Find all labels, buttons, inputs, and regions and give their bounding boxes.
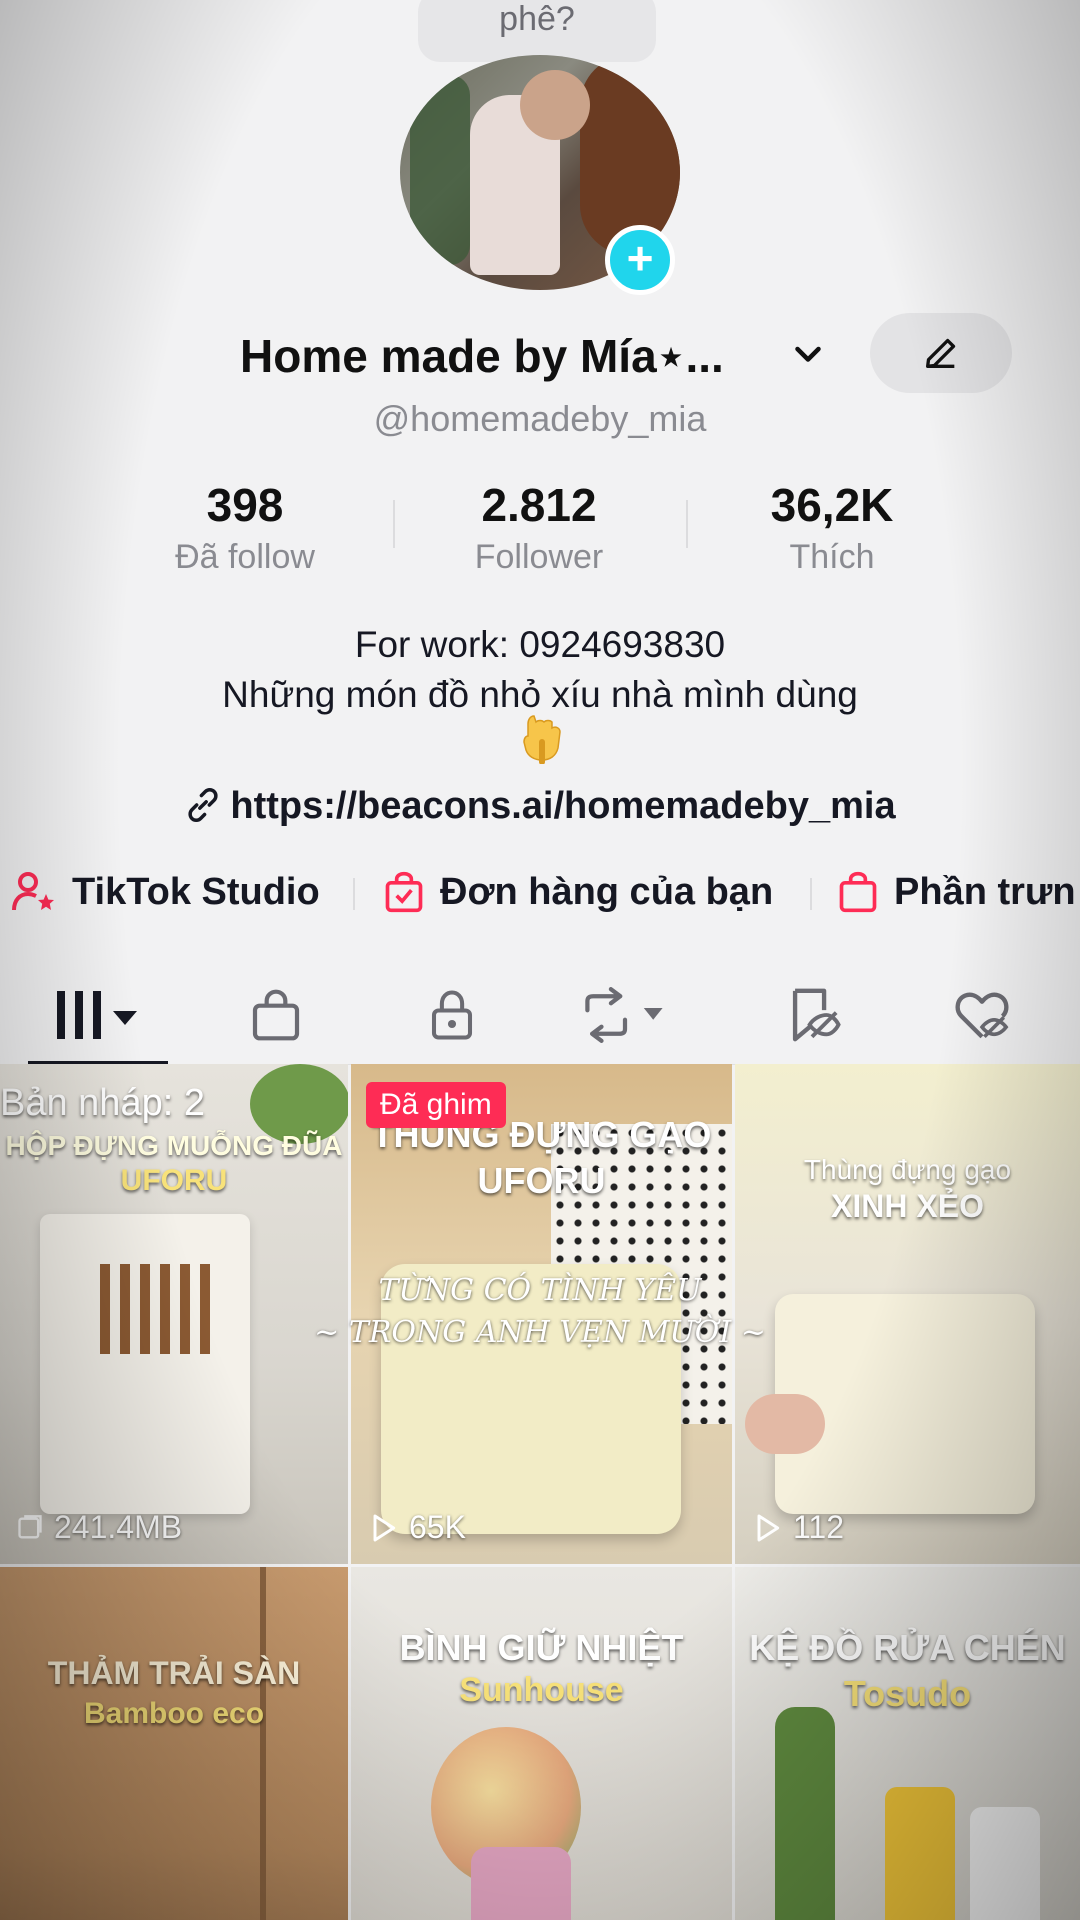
shopping-bag-check-icon [385,871,423,913]
stat-label: Follower [474,538,604,576]
stat-likes[interactable]: 36,2K Thích [712,478,952,577]
view-count: 112 [793,1509,845,1545]
video-title: HỘP ĐỰNG MUỖNG ĐŨA [5,1130,343,1161]
plant-image [775,1707,835,1920]
stat-value: 398 [206,479,284,531]
profile-link[interactable]: https://beacons.ai/homemadeby_mia [0,785,1080,828]
lyrics-line: ~ TRONG ANH VẸN MƯỜI ~ [314,1315,766,1350]
draft-size: 241.4MB [54,1509,183,1545]
stat-following[interactable]: 398 Đã follow [125,478,365,577]
shopping-bag-icon [839,871,877,913]
shortcut-tiktok-studio[interactable]: TikTok Studio [10,862,320,922]
profile-handle: @homemadeby_mia [373,398,707,439]
tab-shop[interactable] [236,975,316,1055]
video-title: KỆ ĐỒ RỬA CHÉN [749,1627,1066,1668]
video-tile[interactable]: BÌNH GIỮ NHIỆT Sunhouse [351,1567,732,1920]
shortcut-label: Đơn hàng của bạn [440,870,774,913]
user-star-icon [12,872,54,911]
lyrics-overlay: TỪNG CÓ TÌNH YÊU ~ TRONG ANH VẸN MƯỜI ~ [290,1270,790,1354]
video-subtitle: XINH XẺO [831,1188,984,1224]
video-subtitle: Sunhouse [459,1671,624,1709]
story-note-text: phê? [499,0,575,38]
product-image [471,1847,571,1920]
pointing-down-hand-icon [523,715,561,764]
play-icon [757,1514,780,1541]
profile-name-row: Home made by Mía⋆... [0,313,1080,393]
video-title: Thùng đựng gạo [803,1154,1012,1185]
video-subtitle: UFORU [477,1160,606,1201]
shortcut-label: TikTok Studio [72,870,320,913]
stat-divider [393,500,395,548]
tab-videos[interactable] [48,975,148,1055]
pencil-icon [926,338,956,368]
product-image [100,1264,220,1354]
profile-bio: For work: 0924693830 Những món đồ nhỏ xí… [0,620,1080,720]
tab-reposts[interactable] [570,975,680,1055]
draft-count: Bản nháp: 2 [0,1082,205,1124]
video-grid: Bản nháp: 2 HỘP ĐỰNG MUỖNG ĐŨA UFORU 241… [0,1064,1080,1920]
play-icon [373,1514,396,1541]
product-image [885,1787,955,1920]
video-subtitle: Tosudo [843,1673,972,1714]
link-url: https://beacons.ai/homemadeby_mia [230,785,896,827]
shortcut-divider [353,878,355,910]
tab-private[interactable] [412,975,492,1055]
pinned-badge: Đã ghim [366,1082,506,1128]
profile-stats: 398 Đã follow 2.812 Follower 36,2K Thích [0,478,1080,578]
link-icon [188,788,219,822]
video-tile[interactable]: KỆ ĐỒ RỬA CHÉN Tosudo [735,1567,1080,1920]
chevron-down-icon[interactable] [790,337,826,373]
video-subtitle: Bamboo eco [83,1697,265,1730]
tab-liked[interactable] [942,975,1022,1055]
repost-icon [585,987,663,1043]
stat-divider [686,500,688,548]
heart-eye-off-icon [955,992,1009,1039]
video-stat: 65K [367,1509,466,1546]
add-story-button[interactable]: + [605,225,675,295]
bookmark-eye-off-icon [792,988,841,1042]
stat-value: 2.812 [481,479,597,531]
stat-label: Thích [789,538,875,576]
shortcut-label: Phần trưn [894,870,1076,913]
shortcut-orders[interactable]: Đơn hàng của bạn [382,862,773,922]
lock-icon [431,990,473,1040]
profile-shortcuts: TikTok Studio Đơn hàng của bạn Phần trưn [0,862,1080,922]
video-title: BÌNH GIỮ NHIỆT [399,1627,684,1668]
video-stat: 241.4MB [16,1509,182,1546]
video-subtitle: UFORU [120,1164,228,1197]
profile-avatar-wrap[interactable]: + [395,55,685,295]
video-tile[interactable]: THẢM TRẢI SÀN Bamboo eco [0,1567,348,1920]
view-count: 65K [409,1509,466,1545]
wood-panel-line [260,1567,266,1920]
edit-profile-button[interactable] [870,313,1012,393]
stat-value: 36,2K [770,479,894,531]
story-note-bubble[interactable]: phê? [418,0,656,76]
product-image [40,1214,250,1514]
video-title: THẢM TRẢI SÀN [47,1655,301,1691]
profile-tab-bar [0,965,1080,1066]
shortcut-divider [810,878,812,910]
tab-hidden[interactable] [772,975,852,1055]
stat-label: Đã follow [175,538,315,576]
grid-columns-icon [57,991,137,1039]
draft-icon [18,1514,42,1538]
profile-name[interactable]: Home made by Mía⋆... [240,329,780,383]
lyrics-line: TỪNG CÓ TÌNH YÊU [378,1273,702,1308]
bio-line: For work: 0924693830 [354,624,726,665]
video-stat: 112 [751,1509,844,1546]
stat-followers[interactable]: 2.812 Follower [419,478,659,577]
shopping-bag-icon [252,989,300,1041]
product-image [970,1807,1040,1920]
shortcut-rewards[interactable]: Phần trưn [836,862,1076,922]
hand-image [745,1394,825,1454]
